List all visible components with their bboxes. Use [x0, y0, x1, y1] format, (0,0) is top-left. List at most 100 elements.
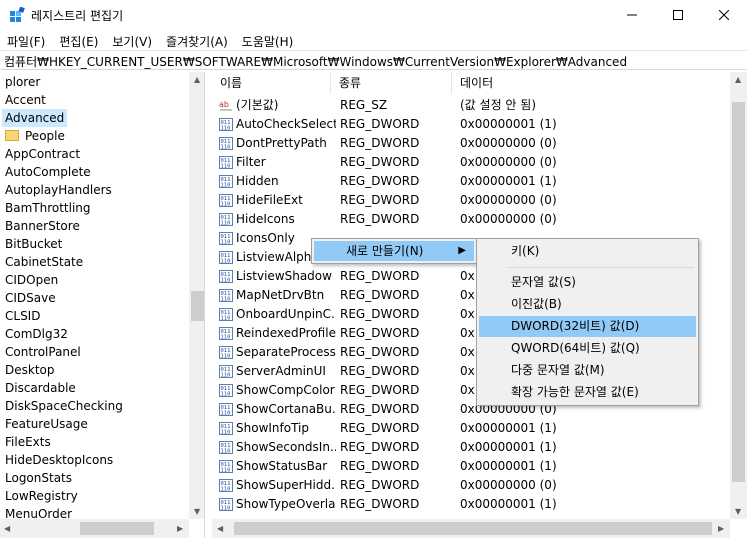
tree-item-label: FeatureUsage [5, 417, 88, 431]
value-type: REG_DWORD [340, 136, 420, 150]
value-row[interactable]: 011 110 ShowTypeOverlay REG_DWORD 0x00000001… [212, 495, 732, 514]
value-type: REG_DWORD [340, 478, 420, 492]
submenu-item[interactable]: 문자열 값(S) [479, 272, 696, 293]
tree-item[interactable]: CIDSave [5, 289, 56, 307]
dword-value-icon: 011110 [219, 498, 233, 511]
scroll-up-icon[interactable]: ▲ [735, 75, 741, 84]
scroll-right-icon[interactable]: ▶ [177, 524, 183, 533]
value-row[interactable]: 011 110 Filter REG_DWORD 0x00000000 (0) [212, 153, 732, 172]
value-name: HideFileExt [236, 193, 303, 207]
value-data: 0x00000000 (0) [460, 193, 557, 207]
value-row[interactable]: 011 110 ShowInfoTip REG_DWORD 0x00000001 (1) [212, 419, 732, 438]
svg-text:110: 110 [221, 449, 231, 455]
value-row[interactable]: 011 110 AutoCheckSelect REG_DWORD 0x00000001… [212, 115, 732, 134]
value-row[interactable]: 011 110 ShowSecondsIn... REG_DWORD 0x0000000… [212, 438, 732, 457]
value-type: REG_DWORD [340, 155, 420, 169]
menu-file[interactable]: 파일(F) [0, 30, 52, 50]
column-header-data[interactable]: 데이터 [452, 72, 732, 94]
value-name: ShowTypeOverlay [236, 497, 336, 511]
menu-item-new[interactable]: 새로 만들기(N) ▶ [314, 241, 474, 261]
menu-edit[interactable]: 편집(E) [52, 30, 105, 50]
tree-horizontal-scrollbar[interactable]: ◀ ▶ [0, 519, 189, 538]
tree-item[interactable]: BamThrottling [5, 199, 91, 217]
scroll-up-icon[interactable]: ▲ [194, 75, 200, 84]
tree-item[interactable]: BitBucket [5, 235, 62, 253]
value-type: REG_DWORD [340, 364, 420, 378]
dword-value-icon: 011110 [219, 232, 233, 245]
submenu-item[interactable]: 이진값(B) [479, 294, 696, 315]
value-row[interactable]: 011 110 HideFileExt REG_DWORD 0x00000000 (0) [212, 191, 732, 210]
tree-item[interactable]: Accent [5, 91, 46, 109]
dword-value-icon: 011110 [219, 479, 233, 492]
menu-help[interactable]: 도움말(H) [235, 30, 301, 50]
tree-item[interactable]: CLSID [5, 307, 40, 325]
tree-item-label: CIDOpen [5, 273, 59, 287]
tree-scroll-thumb[interactable] [191, 291, 204, 321]
svg-text:110: 110 [221, 506, 231, 512]
value-row[interactable]: ab (기본값) REG_SZ (값 설정 안 됨) [212, 96, 732, 115]
dword-value-icon: 011110 [219, 308, 233, 321]
minimize-button[interactable] [609, 0, 655, 30]
svg-text:110: 110 [221, 278, 231, 284]
tree-item[interactable]: plorer [5, 73, 40, 91]
value-row[interactable]: 011 110 ShowSuperHidd... REG_DWORD 0x0000000… [212, 476, 732, 495]
tree-item[interactable]: FileExts [5, 433, 51, 451]
submenu-item[interactable]: 키(K) [479, 241, 696, 262]
tree-item-label: FileExts [5, 435, 51, 449]
submenu-item[interactable]: 다중 문자열 값(M) [479, 360, 696, 381]
tree-item[interactable]: CIDOpen [5, 271, 58, 289]
tree-item[interactable]: HideDesktopIcons [5, 451, 113, 469]
tree-item[interactable]: DiskSpaceChecking [5, 397, 123, 415]
address-bar[interactable]: 컴퓨터₩HKEY_CURRENT_USER₩SOFTWARE₩Microsoft… [0, 50, 747, 70]
value-row[interactable]: 011 110 HideIcons REG_DWORD 0x00000000 (0) [212, 210, 732, 229]
close-button[interactable] [701, 0, 747, 30]
tree-item[interactable]: Desktop [5, 361, 55, 379]
value-data: 0x00000001 (1) [460, 459, 557, 473]
dword-value-icon: 011110 [219, 365, 233, 378]
tree-hscroll-thumb[interactable] [80, 522, 154, 535]
svg-text:110: 110 [221, 240, 231, 246]
column-header-type[interactable]: 종류 [331, 72, 452, 94]
submenu-item[interactable]: 확장 가능한 문자열 값(E) [479, 382, 696, 403]
tree-item[interactable]: FeatureUsage [5, 415, 88, 433]
tree-item[interactable]: ControlPanel [5, 343, 81, 361]
tree-vertical-scrollbar[interactable]: ▲ ▼ [189, 72, 204, 519]
tree-item[interactable]: Advanced [2, 109, 68, 127]
values-vertical-scrollbar[interactable]: ▲ ▼ [730, 72, 747, 519]
column-header-name[interactable]: 이름 [212, 72, 331, 94]
menu-view[interactable]: 보기(V) [105, 30, 159, 50]
scroll-down-icon[interactable]: ▼ [194, 507, 200, 516]
tree-item[interactable]: AutoComplete [5, 163, 91, 181]
tree-item[interactable]: Discardable [5, 379, 76, 397]
values-scroll-thumb[interactable] [732, 102, 745, 482]
tree-item[interactable]: BannerStore [5, 217, 80, 235]
values-horizontal-scrollbar[interactable]: ◀ ▶ [212, 519, 730, 538]
value-row[interactable]: 011 110 ShowStatusBar REG_DWORD 0x00000001 (… [212, 457, 732, 476]
value-type: REG_DWORD [340, 288, 420, 302]
tree-item[interactable]: AutoplayHandlers [5, 181, 112, 199]
submenu-item[interactable]: QWORD(64비트) 값(Q) [479, 338, 696, 359]
dword-value-icon: 011110 [219, 460, 233, 473]
close-icon [719, 10, 729, 20]
tree-item[interactable]: ComDlg32 [5, 325, 68, 343]
menu-favorites[interactable]: 즐겨찾기(A) [159, 30, 235, 50]
tree-item[interactable]: AppContract [5, 145, 80, 163]
submenu-item[interactable]: DWORD(32비트) 값(D) [479, 316, 696, 337]
value-type: REG_DWORD [340, 440, 420, 454]
value-type: REG_DWORD [340, 117, 420, 131]
svg-text:110: 110 [221, 354, 231, 360]
tree-item[interactable]: LogonStats [5, 469, 72, 487]
scroll-down-icon[interactable]: ▼ [735, 507, 741, 516]
values-hscroll-thumb[interactable] [234, 522, 712, 535]
maximize-button[interactable] [655, 0, 701, 30]
tree-item[interactable]: CabinetState [5, 253, 83, 271]
value-row[interactable]: 011 110 Hidden REG_DWORD 0x00000001 (1) [212, 172, 732, 191]
scroll-right-icon[interactable]: ▶ [718, 524, 724, 533]
value-type: REG_DWORD [340, 421, 420, 435]
value-row[interactable]: 011 110 DontPrettyPath REG_DWORD 0x00000000 … [212, 134, 732, 153]
tree-item[interactable]: LowRegistry [5, 487, 78, 505]
tree-item[interactable]: People [5, 127, 65, 145]
value-data: 0x00000000 (0) [460, 478, 557, 492]
scroll-left-icon[interactable]: ◀ [217, 524, 223, 533]
scroll-left-icon[interactable]: ◀ [4, 524, 10, 533]
